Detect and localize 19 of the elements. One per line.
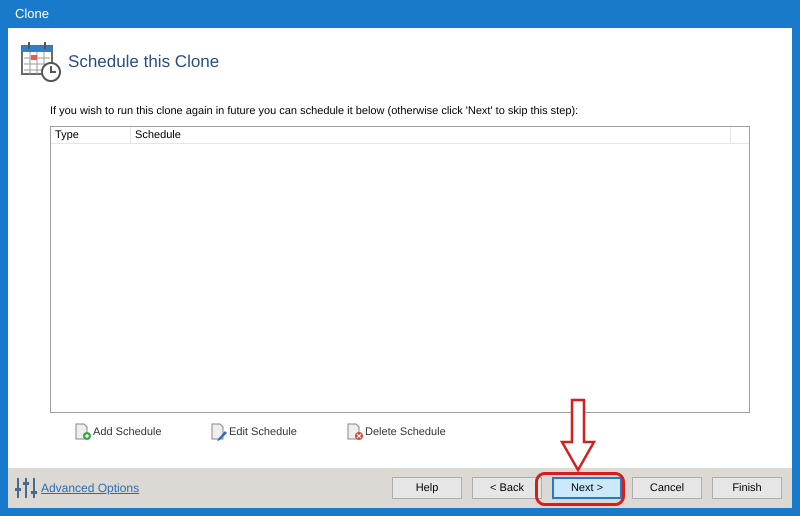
toolbar-button[interactable]: Add Schedule <box>93 424 162 440</box>
column-header[interactable]: Type <box>51 127 131 143</box>
dialog-button[interactable]: Help <box>392 477 462 499</box>
dialog-button[interactable]: Finish <box>712 477 782 499</box>
column-header[interactable]: Schedule <box>131 127 731 143</box>
toolbar-button[interactable]: Edit Schedule <box>229 424 297 440</box>
page-title: Schedule this Clone <box>68 51 220 74</box>
edit-document-icon <box>210 423 228 441</box>
toolbar-button[interactable]: Delete Schedule <box>365 424 446 440</box>
add-document-icon <box>74 423 92 441</box>
calendar-clock-icon <box>20 41 62 83</box>
dialog-button[interactable]: Next > <box>552 477 622 499</box>
window-title: Clone <box>15 5 49 24</box>
sliders-icon <box>14 477 38 499</box>
dialog-button[interactable]: < Back <box>472 477 542 499</box>
instruction-text: If you wish to run this clone again in future you can schedule it below (otherwise click 'Next' to skip this step): <box>50 105 578 117</box>
delete-document-icon <box>346 423 364 441</box>
advanced-options-link[interactable]: Advanced Options <box>41 479 140 497</box>
dialog-button[interactable]: Cancel <box>632 477 702 499</box>
